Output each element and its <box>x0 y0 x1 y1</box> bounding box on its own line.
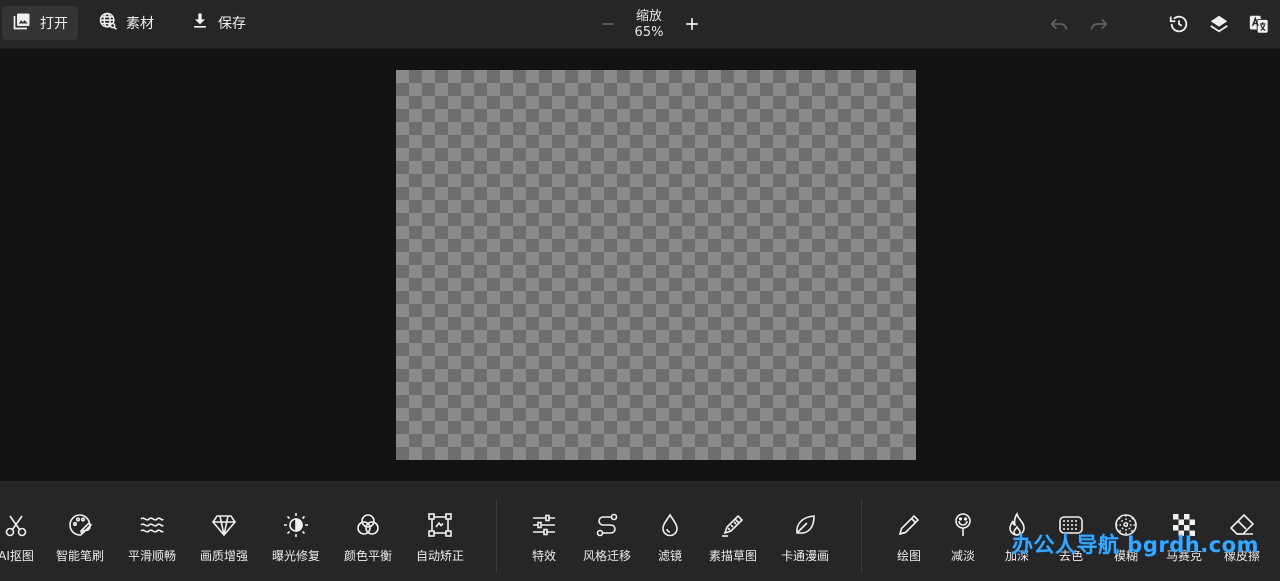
tool-label: 智能笔刷 <box>55 549 104 563</box>
open-label: 打开 <box>40 16 68 32</box>
sliders-icon <box>530 511 558 539</box>
tool-effects[interactable]: 特效 <box>512 511 576 564</box>
exposure-icon <box>282 511 310 539</box>
tool-color-balance[interactable]: 颜色平衡 <box>336 511 400 564</box>
tool-label: 滤镜 <box>657 549 682 563</box>
toolbar-divider <box>861 499 862 573</box>
transparent-canvas[interactable] <box>396 70 916 460</box>
diamond-icon <box>210 511 238 539</box>
download-icon <box>190 11 210 35</box>
save-button[interactable]: 保存 <box>180 6 256 40</box>
history-icon <box>1169 15 1188 33</box>
tool-label: 绘图 <box>896 549 921 563</box>
color-circles-icon <box>354 511 382 539</box>
pencil-icon <box>895 511 923 539</box>
tool-auto-correct[interactable]: 自动矫正 <box>408 511 472 564</box>
tool-label: 平滑顺畅 <box>127 549 176 563</box>
history-button[interactable] <box>1167 12 1191 36</box>
zoom-value: 65% <box>634 25 664 40</box>
palette-icon <box>66 511 94 539</box>
top-toolbar: 打开 素材 保存 缩放 65% <box>0 0 1280 49</box>
save-label: 保存 <box>218 16 246 32</box>
zoom-out-button[interactable] <box>596 12 620 36</box>
leaf-icon <box>791 511 819 539</box>
zoom-in-button[interactable] <box>680 12 704 36</box>
scissors-icon <box>2 511 30 539</box>
tool-label: 画质增强 <box>199 549 248 563</box>
pencil-sketch-icon <box>719 511 747 539</box>
zoom-title: 缩放 <box>635 9 662 24</box>
tool-ai-cutout[interactable]: AI抠图 <box>0 511 48 564</box>
redo-button[interactable] <box>1087 12 1111 36</box>
site-watermark: 办公人导航 bgrdh.com <box>1012 533 1259 557</box>
tool-label: 减淡 <box>950 549 975 563</box>
layers-button[interactable] <box>1207 12 1231 36</box>
drop-icon <box>656 511 684 539</box>
layers-icon <box>1210 15 1228 33</box>
translate-button[interactable] <box>1247 12 1271 36</box>
tool-label: 颜色平衡 <box>343 549 392 563</box>
tool-style-transfer[interactable]: 风格迁移 <box>575 511 639 564</box>
tool-label: 卡通漫画 <box>780 549 829 563</box>
toolbar-divider <box>496 499 497 573</box>
tool-sketch[interactable]: 素描草图 <box>701 511 765 564</box>
globe-icon <box>98 11 118 35</box>
waves-icon <box>138 511 166 539</box>
assets-label: 素材 <box>126 16 154 32</box>
translate-icon <box>1249 15 1269 34</box>
redo-icon <box>1090 18 1108 30</box>
crop-frame-icon <box>426 511 454 539</box>
tool-label: AI抠图 <box>0 549 34 563</box>
tool-smart-brush[interactable]: 智能笔刷 <box>48 511 112 564</box>
open-button[interactable]: 打开 <box>2 6 78 40</box>
tool-exposure-fix[interactable]: 曝光修复 <box>264 511 328 564</box>
tool-quality-enhance[interactable]: 画质增强 <box>192 511 256 564</box>
plus-icon <box>686 18 698 30</box>
image-icon <box>12 11 32 35</box>
tool-label: 特效 <box>531 549 556 563</box>
undo-button[interactable] <box>1047 12 1071 36</box>
tool-label: 曝光修复 <box>271 549 320 563</box>
zoom-control: 缩放 65% <box>590 0 720 48</box>
tool-cartoon[interactable]: 卡通漫画 <box>773 511 837 564</box>
assets-button[interactable]: 素材 <box>88 6 164 40</box>
dodge-icon <box>949 511 977 539</box>
tool-smoothing[interactable]: 平滑顺畅 <box>120 511 184 564</box>
style-transfer-icon <box>593 511 621 539</box>
tool-label: 素描草图 <box>708 549 757 563</box>
tool-label: 风格迁移 <box>582 549 631 563</box>
minus-icon <box>602 23 614 25</box>
undo-icon <box>1050 18 1068 30</box>
tool-filters[interactable]: 滤镜 <box>638 511 702 564</box>
tool-label: 自动矫正 <box>415 549 464 563</box>
